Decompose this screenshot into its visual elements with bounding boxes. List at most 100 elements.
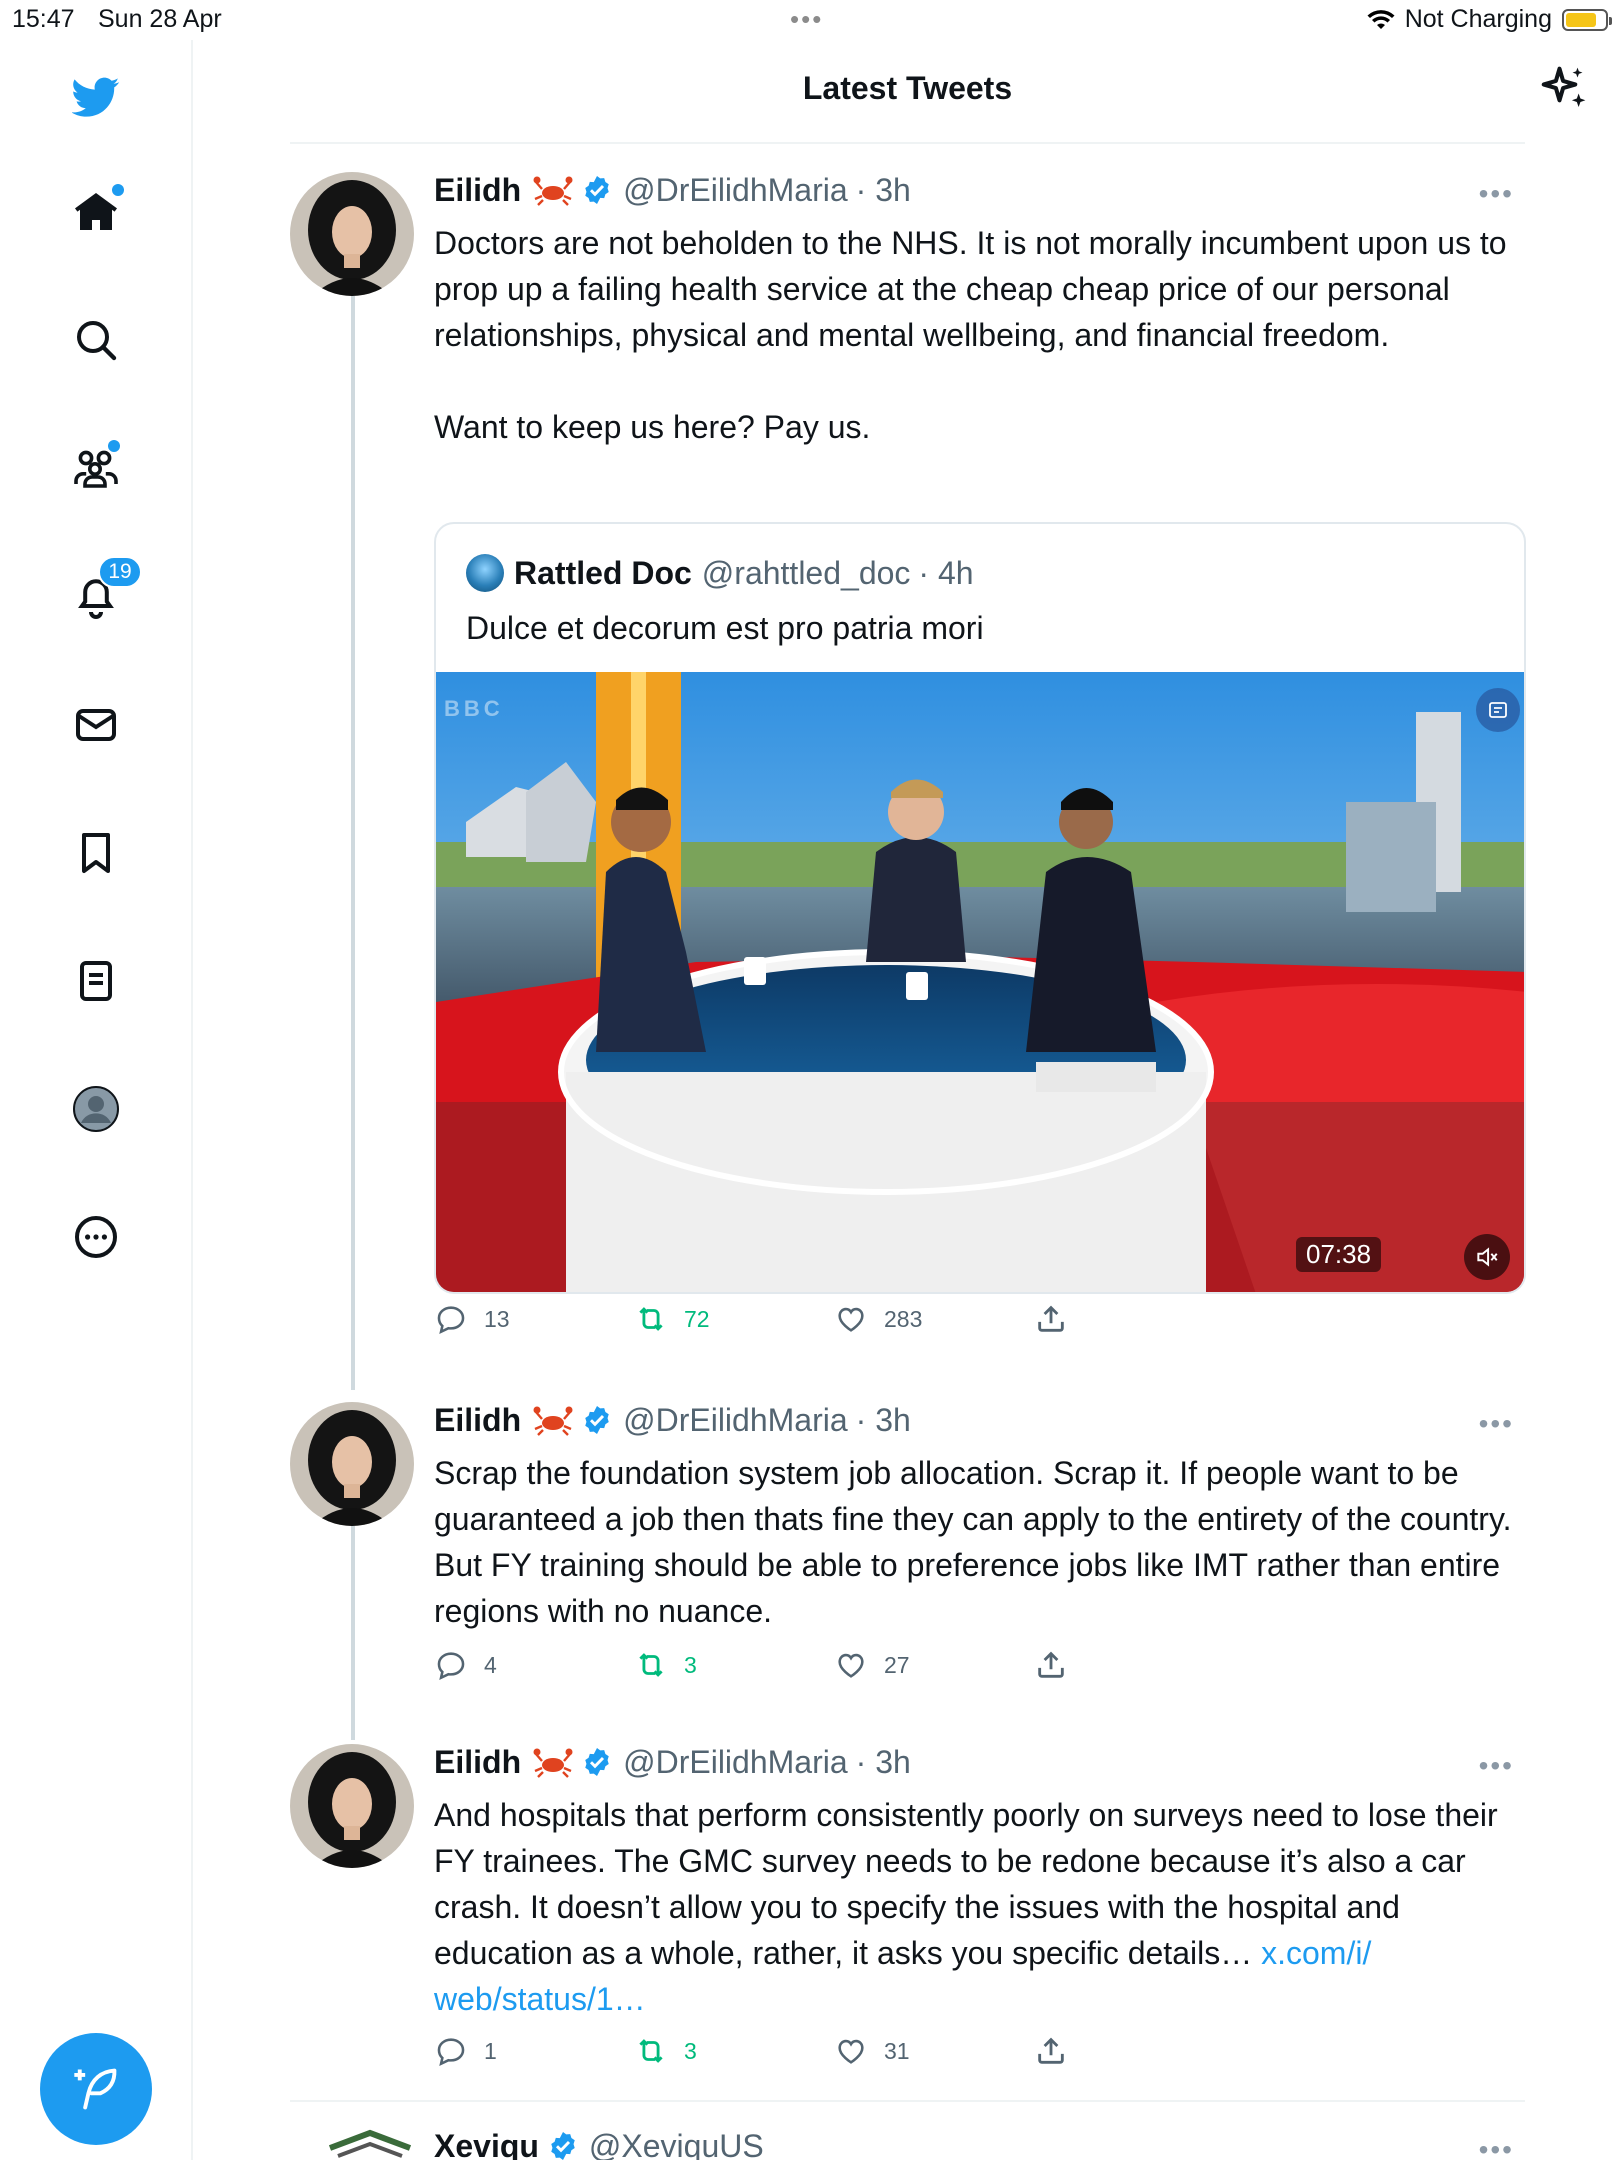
- tweet[interactable]: Eilidh @DrEilidhMaria · 3h ••• Doctors a…: [290, 172, 1526, 1352]
- retweet-button[interactable]: 72: [634, 1302, 710, 1336]
- compose-tweet-button[interactable]: [40, 2033, 152, 2145]
- envelope-icon: [76, 709, 116, 741]
- author-name[interactable]: Eilidh: [434, 1402, 521, 1439]
- avatar[interactable]: [320, 2128, 420, 2160]
- avatar[interactable]: [290, 1402, 414, 1526]
- heart-icon: [838, 1307, 864, 1332]
- retweet-count: 3: [684, 1651, 697, 1678]
- share-icon: [1038, 2037, 1064, 2064]
- quoted-author-handle: @rahttled_doc: [701, 554, 911, 591]
- media-badge-icon[interactable]: [1476, 688, 1520, 732]
- tweet[interactable]: Xeviqu @XeviquUS •••: [290, 2128, 1525, 2160]
- bbc-watermark: BBC: [444, 696, 504, 721]
- share-button[interactable]: [1034, 2034, 1068, 2068]
- like-button[interactable]: 31: [834, 2034, 910, 2068]
- more-options-icon[interactable]: •••: [1479, 178, 1514, 210]
- status-date: Sun 28 Apr: [98, 5, 222, 33]
- sidebar-item-lists[interactable]: [66, 951, 126, 1011]
- heart-icon: [838, 2039, 864, 2064]
- author-name[interactable]: Eilidh: [434, 1744, 521, 1781]
- verified-badge-icon: [585, 1406, 609, 1434]
- retweet-button[interactable]: 3: [634, 1648, 697, 1682]
- quoted-tweet-time: · 4h: [918, 554, 974, 591]
- compose-icon: [74, 2068, 117, 2110]
- sidebar-item-explore[interactable]: [66, 310, 126, 370]
- author-name[interactable]: Eilidh: [434, 172, 521, 209]
- multitasking-dots[interactable]: •••: [790, 4, 823, 35]
- avatar[interactable]: [290, 172, 414, 296]
- video-thumbnail: [436, 672, 1524, 1292]
- author-name[interactable]: Xeviqu: [434, 2128, 539, 2160]
- tweet-time[interactable]: · 3h: [856, 1402, 911, 1439]
- like-button[interactable]: 283: [834, 1302, 922, 1336]
- more-circle-icon: [75, 1216, 117, 1258]
- communities-unread-dot: [108, 440, 120, 452]
- video-duration: 07:38: [1296, 1237, 1382, 1272]
- sidebar-item-home[interactable]: [66, 182, 126, 242]
- mute-button[interactable]: [1464, 1234, 1510, 1280]
- tweet-body: Xeviqu @XeviquUS •••: [434, 2128, 1514, 2160]
- retweet-button[interactable]: 3: [634, 2034, 697, 2068]
- sidebar: 19: [0, 40, 193, 2160]
- muted-speaker-icon: [1477, 1247, 1498, 1267]
- like-button[interactable]: 27: [834, 1648, 910, 1682]
- heart-icon: [838, 1653, 864, 1678]
- tweet-divider: [290, 2100, 1525, 2102]
- status-time: 15:47: [12, 5, 75, 33]
- more-options-icon[interactable]: •••: [1479, 2134, 1514, 2160]
- reply-count: 13: [484, 1305, 510, 1332]
- battery-icon: [1562, 8, 1612, 31]
- sidebar-item-more[interactable]: [66, 1207, 126, 1267]
- page-title: Latest Tweets: [802, 70, 1013, 106]
- share-button[interactable]: [1034, 1648, 1068, 1682]
- more-options-icon[interactable]: •••: [1479, 1408, 1514, 1440]
- crab-emoji-icon: [533, 176, 573, 206]
- sidebar-item-communities[interactable]: [66, 438, 126, 498]
- status-bar: 15:47 Sun 28 Apr ••• Not Charging: [0, 0, 1620, 40]
- timeline-header: Latest Tweets: [290, 40, 1586, 144]
- like-count: 31: [884, 2037, 910, 2064]
- home-icon: [75, 193, 117, 230]
- verified-badge-icon: [551, 2132, 575, 2160]
- tweet[interactable]: Eilidh @DrEilidhMaria · 3h ••• Scrap the…: [290, 1402, 1525, 1702]
- tweet-text: And hospitals that perform consistently …: [434, 1792, 1514, 2022]
- more-options-icon[interactable]: •••: [1479, 1750, 1514, 1782]
- verified-badge-icon: [585, 176, 609, 204]
- avatar[interactable]: [290, 1744, 414, 1868]
- retweet-icon: [639, 1307, 663, 1331]
- reply-button[interactable]: 4: [434, 1648, 497, 1682]
- avatar: [466, 554, 504, 592]
- reply-button[interactable]: 13: [434, 1302, 510, 1336]
- share-icon: [1038, 1305, 1064, 1332]
- sidebar-item-messages[interactable]: [66, 695, 126, 755]
- reply-icon: [437, 2038, 465, 2067]
- status-right: Not Charging: [1367, 5, 1612, 34]
- author-handle[interactable]: @DrEilidhMaria: [623, 1744, 848, 1781]
- sidebar-item-bookmarks[interactable]: [66, 823, 126, 883]
- tweet-header: Eilidh @DrEilidhMaria · 3h: [434, 172, 1514, 208]
- share-icon: [1038, 1651, 1064, 1678]
- sparkle-icon[interactable]: [1537, 62, 1591, 116]
- tweet-text: Doctors are not beholden to the NHS. It …: [434, 225, 1507, 445]
- home-unread-dot: [112, 184, 124, 196]
- sidebar-item-profile[interactable]: [66, 1079, 126, 1139]
- author-handle[interactable]: @XeviquUS: [589, 2128, 764, 2160]
- tweet-time[interactable]: · 3h: [856, 1744, 911, 1781]
- video-player[interactable]: BBC 07:38: [436, 672, 1524, 1292]
- share-button[interactable]: [1034, 1302, 1068, 1336]
- author-handle[interactable]: @DrEilidhMaria: [623, 1402, 848, 1439]
- tweet-time[interactable]: · 3h: [856, 172, 911, 209]
- tweet[interactable]: Eilidh @DrEilidhMaria · 3h ••• And hospi…: [290, 1744, 1525, 2084]
- quoted-tweet-text: Dulce et decorum est pro patria mori: [466, 610, 984, 646]
- bookmark-icon: [82, 833, 110, 873]
- author-handle[interactable]: @DrEilidhMaria: [623, 172, 848, 209]
- twitter-logo-icon[interactable]: [66, 66, 126, 126]
- twitter-ipad-app: 15:47 Sun 28 Apr ••• Not Charging 19 Lat…: [0, 0, 1620, 2160]
- reply-button[interactable]: 1: [434, 2034, 497, 2068]
- tweet-header: Eilidh @DrEilidhMaria · 3h: [434, 1402, 1514, 1438]
- tweet-text: Scrap the foundation system job allocati…: [434, 1455, 1521, 1629]
- quoted-tweet[interactable]: Rattled Doc @rahttled_doc · 4h Dulce et …: [434, 522, 1526, 1294]
- reply-count: 1: [484, 2037, 497, 2064]
- avatar: [73, 1086, 119, 1132]
- notifications-badge: 19: [98, 556, 142, 588]
